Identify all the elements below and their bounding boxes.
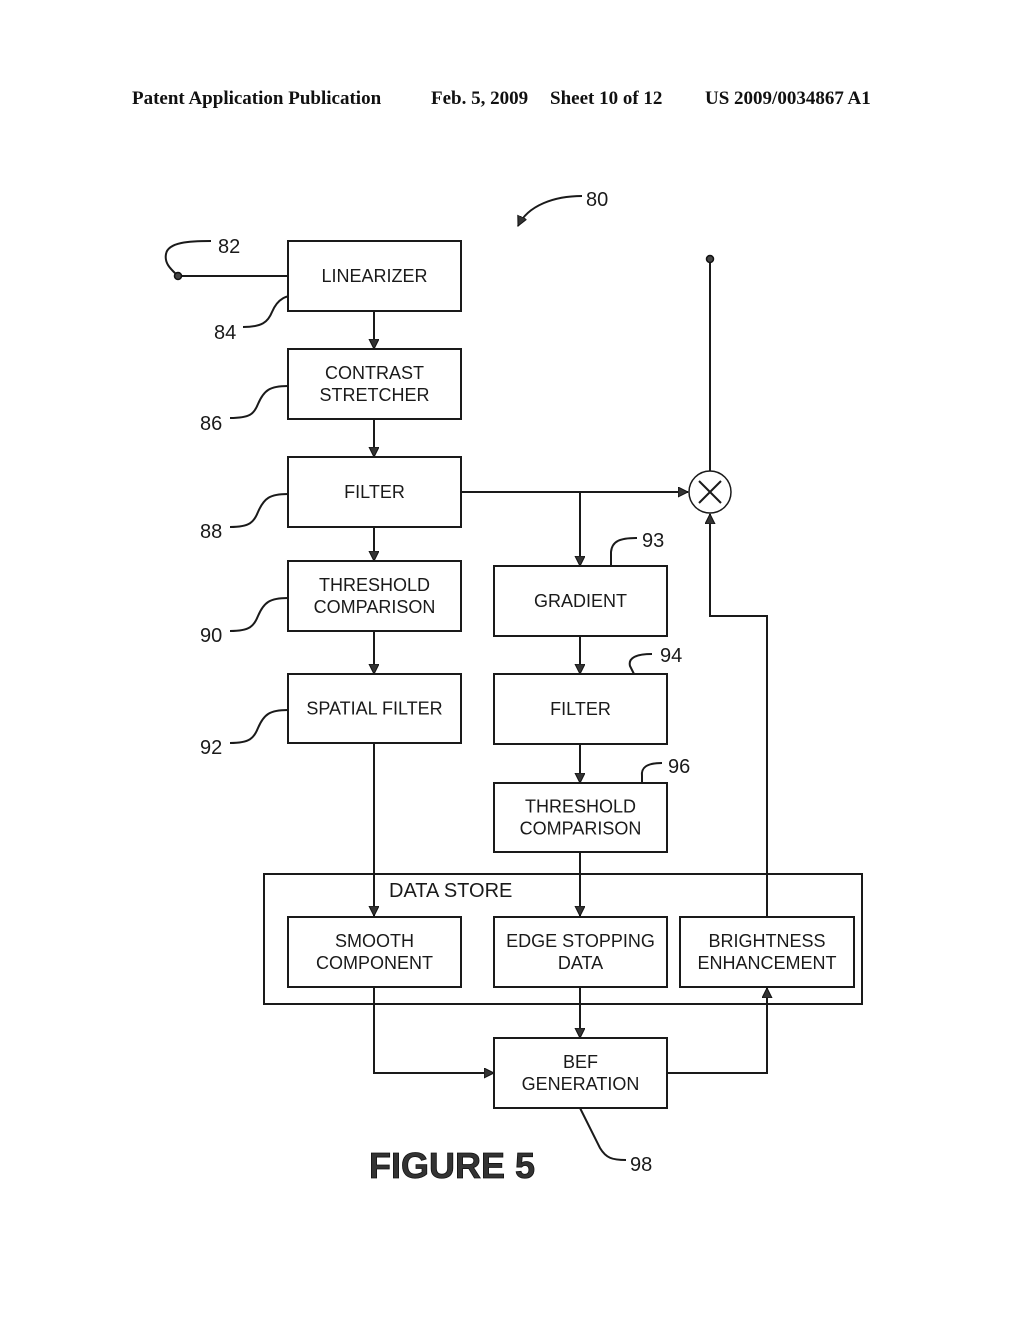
threshold-right-label: THRESHOLD — [525, 797, 636, 817]
smooth-component-label: SMOOTH — [335, 931, 414, 951]
gradient-label: GRADIENT — [534, 591, 627, 611]
ref-82: 82 — [218, 236, 240, 258]
block-diagram: DATA STORE LINEARIZER CONTRASTSTRETCHER FI… — [164, 189, 863, 1186]
arrow-brightness-to-multiplier — [710, 514, 768, 917]
smooth-component-block — [287, 916, 462, 988]
linearizer-label: LINEARIZER — [321, 266, 427, 286]
ref-96-leader — [640, 762, 663, 784]
ref-88-leader — [229, 493, 289, 528]
edge-stopping-label: EDGE STOPPING — [506, 931, 655, 951]
output-terminal — [705, 254, 715, 264]
edge-stopping-block — [493, 916, 668, 988]
threshold-right-block — [493, 782, 668, 853]
ref-90: 90 — [200, 625, 222, 647]
threshold-left-label: THRESHOLD — [319, 575, 430, 595]
ref-86-leader — [229, 385, 289, 419]
ref-93: 93 — [642, 530, 664, 552]
ref-93-leader — [610, 537, 638, 566]
bef-generation-block — [493, 1037, 668, 1109]
contrast-stretcher-label: CONTRAST — [325, 363, 424, 383]
edge-stopping-label: DATA — [558, 953, 603, 973]
ref-94-leader — [628, 653, 653, 675]
brightness-block — [679, 916, 855, 988]
ref-84: 84 — [214, 322, 236, 344]
contrast-stretcher-label: STRETCHER — [319, 385, 429, 405]
threshold-left-block — [287, 560, 462, 632]
ref-82-leader — [164, 240, 212, 277]
ref-92: 92 — [200, 737, 222, 759]
ref-96: 96 — [668, 756, 690, 778]
contrast-stretcher-block — [287, 348, 462, 420]
arrow-smooth-to-bef — [373, 987, 494, 1073]
ref-98: 98 — [630, 1154, 652, 1176]
ref-90-leader — [229, 597, 289, 632]
multiplier-node — [688, 470, 732, 514]
smooth-component-label: COMPONENT — [316, 953, 433, 973]
threshold-left-label: COMPARISON — [314, 597, 436, 617]
bef-generation-label: BEF — [563, 1052, 598, 1072]
ref-92-leader — [229, 709, 289, 744]
ref-88: 88 — [200, 521, 222, 543]
ref-80: 80 — [586, 189, 608, 211]
filter-main-label: FILTER — [344, 482, 405, 502]
threshold-right-label: COMPARISON — [520, 819, 642, 839]
spatial-filter-label: SPATIAL FILTER — [306, 699, 442, 719]
data-store-label: DATA STORE — [389, 880, 512, 902]
figure-title: FIGURE 5 — [369, 1145, 535, 1186]
ref-98-leader — [579, 1107, 627, 1161]
brightness-label: ENHANCEMENT — [697, 953, 836, 973]
ref-94: 94 — [660, 645, 682, 667]
brightness-label: BRIGHTNESS — [708, 931, 825, 951]
bef-generation-label: GENERATION — [522, 1074, 640, 1094]
arrow-bef-to-brightness — [667, 988, 767, 1074]
ref-80-leader — [517, 195, 583, 226]
input-terminal — [173, 271, 183, 281]
ref-86: 86 — [200, 413, 222, 435]
filter-right-label: FILTER — [550, 699, 611, 719]
